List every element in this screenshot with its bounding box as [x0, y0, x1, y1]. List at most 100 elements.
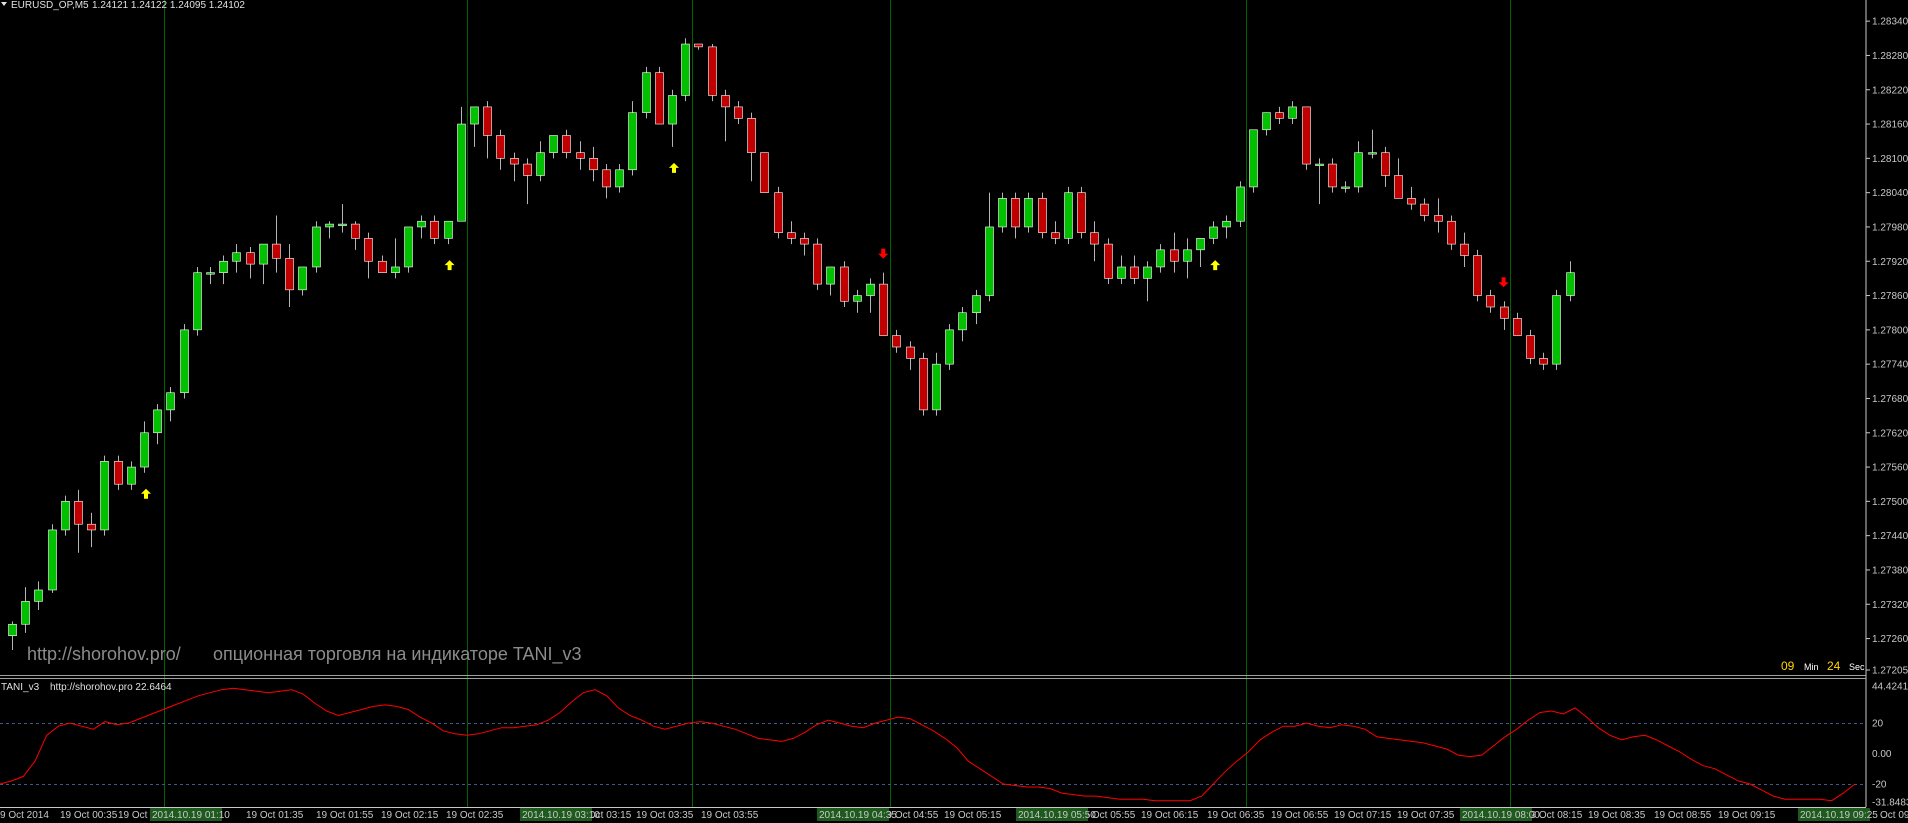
bear-candle-body	[1328, 163, 1337, 188]
price-tick-label: 1.27980	[1872, 222, 1908, 233]
time-label: 19 Oct 08:55	[1654, 810, 1712, 821]
bull-candle-body	[1143, 266, 1152, 279]
bear-candle-body	[1170, 249, 1179, 262]
bull-candle-body	[404, 226, 413, 268]
time-marker: 2014.10.19 04:35	[817, 808, 897, 821]
time-label: 19 Oct 05:15	[944, 810, 1002, 821]
time-label: 19 Oct 08:35	[1588, 810, 1646, 821]
bull-candle-body	[985, 226, 994, 296]
bear-candle-body	[87, 523, 96, 531]
bull-candle-body	[826, 266, 835, 285]
indicator-tick-label: 20	[1872, 719, 1884, 730]
bull-candle-body	[48, 529, 57, 591]
bull-candle-body	[166, 392, 175, 411]
bear-candle-body	[576, 152, 585, 159]
bear-candle-body	[1302, 106, 1311, 165]
time-label: 19 Oct 03:35	[636, 810, 694, 821]
bull-candle-body	[338, 223, 347, 226]
time-marker: 2014.10.19 08:00	[1460, 808, 1540, 821]
time-label: 19 Oct 02:15	[381, 810, 439, 821]
bull-candle-body	[180, 329, 189, 394]
bear-candle-body	[114, 461, 123, 485]
indicator-name: TANI_v3	[1, 682, 40, 693]
bear-candle-body	[272, 243, 281, 259]
bull-candle-body	[866, 283, 875, 296]
candle	[404, 226, 413, 273]
ohlc-values: 1.24121 1.24122 1.24095 1.24102	[92, 0, 245, 11]
bear-candle-body	[1104, 243, 1113, 279]
bull-candle-body	[998, 198, 1007, 228]
candle	[681, 38, 690, 102]
bear-candle-body	[1038, 198, 1047, 233]
bull-candle-body	[668, 95, 677, 125]
candle	[1236, 181, 1245, 227]
bull-candle-body	[259, 243, 268, 265]
bull-candle-body	[1196, 238, 1205, 251]
candle	[61, 495, 70, 536]
price-tick-label: 1.28220	[1872, 85, 1908, 96]
bear-candle-body	[1077, 192, 1086, 233]
indicator-header: TANI_v3 http://shorohov.pro 22.6464	[1, 682, 172, 693]
price-tick-label: 1.27740	[1872, 360, 1908, 371]
time-marker: 2014.10.19 03:10	[520, 808, 600, 821]
bull-candle-body	[1222, 220, 1231, 228]
indicator-tick-label: -20	[1872, 779, 1887, 790]
time-marker-label: 2014.10.19 04:35	[819, 810, 897, 821]
time-marker-label: 2014.10.19 08:00	[1462, 810, 1540, 821]
bull-candle-body	[1064, 192, 1073, 239]
bull-candle-body	[153, 409, 162, 434]
bear-candle-body	[351, 223, 360, 239]
bull-candle-body	[1262, 112, 1271, 131]
bear-candle-body	[1460, 243, 1469, 256]
bull-candle-body	[972, 295, 981, 314]
time-label: 9 Oct 2014	[0, 810, 49, 821]
bull-candle-body	[945, 329, 954, 365]
bear-candle-body	[1275, 112, 1284, 119]
time-axis[interactable]: 9 Oct 2014 19 Oct 00:35 19 Oct 00:55 19 Oct…	[0, 808, 1908, 821]
bear-candle-body	[1130, 266, 1139, 279]
bull-candle-body	[932, 363, 941, 411]
bear-candle-body	[774, 192, 783, 233]
candle	[1077, 186, 1086, 239]
price-tick-label: 1.28040	[1872, 188, 1908, 199]
bull-candle-body	[853, 295, 862, 302]
candle	[48, 524, 57, 593]
trading-chart[interactable]: EURUSD_OP,M5 1.24121 1.24122 1.24095 1.2…	[0, 0, 1908, 823]
bull-candle-body	[1368, 152, 1377, 155]
price-tick-label: 1.28100	[1872, 154, 1908, 165]
time-label: 19 Oct 06:35	[1207, 810, 1265, 821]
time-marker-label: 2014.10.19 03:10	[522, 810, 600, 821]
bull-candle-body	[298, 266, 307, 291]
bull-candle-body	[958, 312, 967, 331]
candle	[642, 66, 651, 119]
price-tick-label: 1.28280	[1872, 51, 1908, 62]
indicator-tick-label: 0.00	[1872, 749, 1892, 760]
price-tick-label: 1.28160	[1872, 120, 1908, 131]
bull-candle-body	[21, 601, 30, 625]
candle	[100, 455, 109, 536]
bull-candle-body	[206, 272, 215, 275]
timer-seconds: 24	[1827, 659, 1841, 673]
bull-candle-body	[1354, 152, 1363, 188]
price-tick-label: 1.27920	[1872, 257, 1908, 268]
bear-candle-body	[813, 243, 822, 285]
indicator-tick-label: -31.8483	[1872, 798, 1908, 809]
bear-candle-body	[246, 252, 255, 265]
candle	[1473, 249, 1482, 302]
bear-candle-body	[906, 346, 915, 359]
bull-candle-body	[1156, 249, 1165, 268]
bull-candle-body	[1566, 272, 1575, 296]
chart-background	[0, 0, 1908, 823]
bear-candle-body	[1513, 318, 1522, 336]
bear-candle-body	[1381, 152, 1390, 176]
indicator-tick-label: 44.4241	[1872, 682, 1908, 693]
time-label: 19 Oct 09:15	[1718, 810, 1776, 821]
bear-candle-body	[430, 220, 439, 239]
bear-candle-body	[285, 258, 294, 291]
bull-candle-body	[642, 72, 651, 113]
price-tick-label: 1.27500	[1872, 497, 1908, 508]
bull-candle-body	[1209, 226, 1218, 239]
bull-candle-body	[127, 466, 136, 485]
candle	[312, 221, 321, 273]
bull-candle-body	[325, 223, 334, 228]
